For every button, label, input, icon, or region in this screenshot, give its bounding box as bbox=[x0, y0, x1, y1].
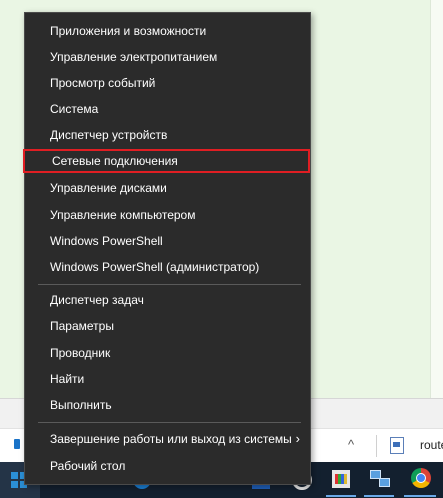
menu-item-label: Windows PowerShell (администратор) bbox=[50, 260, 260, 274]
background-window-edge bbox=[430, 0, 443, 398]
active-app-indicator bbox=[326, 495, 356, 497]
active-app-indicator bbox=[404, 495, 436, 497]
menu-item-file-explorer[interactable]: Проводник bbox=[25, 341, 310, 365]
menu-item-label: Windows PowerShell bbox=[50, 234, 163, 248]
active-app-indicator bbox=[364, 495, 394, 497]
menu-item-label: Система bbox=[50, 102, 99, 116]
menu-item-label: Управление дисками bbox=[50, 181, 167, 195]
menu-item-network-connections[interactable]: Сетевые подключения bbox=[23, 149, 310, 173]
menu-item-desktop[interactable]: Рабочий стол bbox=[25, 454, 310, 478]
menu-item-settings[interactable]: Параметры bbox=[25, 314, 310, 338]
menu-item-computer-management[interactable]: Управление компьютером bbox=[25, 203, 310, 227]
file-icon[interactable] bbox=[390, 437, 404, 454]
menu-item-label: Рабочий стол bbox=[50, 459, 126, 473]
menu-item-label: Завершение работы или выход из системы bbox=[50, 432, 292, 446]
winx-context-menu: Приложения и возможности Управление элек… bbox=[23, 12, 311, 485]
file-name[interactable]: router, bbox=[420, 438, 443, 452]
menu-separator bbox=[38, 422, 301, 423]
menu-item-label: Сетевые подключения bbox=[52, 154, 178, 168]
menu-item-power-options[interactable]: Управление электропитанием bbox=[25, 45, 310, 69]
menu-item-label: Выполнить bbox=[50, 398, 112, 412]
menu-item-label: Приложения и возможности bbox=[50, 24, 207, 38]
menu-item-label: Проводник bbox=[50, 346, 111, 360]
menu-item-event-viewer[interactable]: Просмотр событий bbox=[25, 71, 310, 95]
menu-item-disk-management[interactable]: Управление дисками bbox=[25, 176, 310, 200]
menu-item-task-manager[interactable]: Диспетчер задач bbox=[25, 288, 310, 312]
menu-item-label: Управление электропитанием bbox=[50, 50, 218, 64]
menu-separator bbox=[38, 284, 301, 285]
menu-item-device-manager[interactable]: Диспетчер устройств bbox=[25, 123, 310, 147]
chrome-icon[interactable] bbox=[411, 468, 431, 488]
menu-item-apps-features[interactable]: Приложения и возможности bbox=[25, 19, 310, 43]
chevron-right-icon: › bbox=[295, 431, 300, 446]
menu-item-search[interactable]: Найти bbox=[25, 367, 310, 391]
menu-item-label: Диспетчер задач bbox=[50, 293, 144, 307]
menu-item-label: Диспетчер устройств bbox=[50, 128, 168, 142]
menu-item-system[interactable]: Система bbox=[25, 97, 310, 121]
divider bbox=[376, 435, 377, 457]
menu-item-powershell-admin[interactable]: Windows PowerShell (администратор) bbox=[25, 255, 310, 279]
network-icon[interactable] bbox=[370, 470, 390, 488]
menu-item-label: Управление компьютером bbox=[50, 208, 196, 222]
menu-item-shutdown-signout[interactable]: Завершение работы или выход из системы › bbox=[25, 427, 310, 451]
menu-item-powershell[interactable]: Windows PowerShell bbox=[25, 229, 310, 253]
menu-item-run[interactable]: Выполнить bbox=[25, 393, 310, 417]
menu-item-label: Найти bbox=[50, 372, 85, 386]
menu-item-label: Параметры bbox=[50, 319, 114, 333]
blue-marker-icon bbox=[14, 439, 20, 449]
menu-item-label: Просмотр событий bbox=[50, 76, 156, 90]
film-icon[interactable] bbox=[332, 470, 350, 488]
chevron-up-icon[interactable]: ^ bbox=[348, 437, 354, 452]
